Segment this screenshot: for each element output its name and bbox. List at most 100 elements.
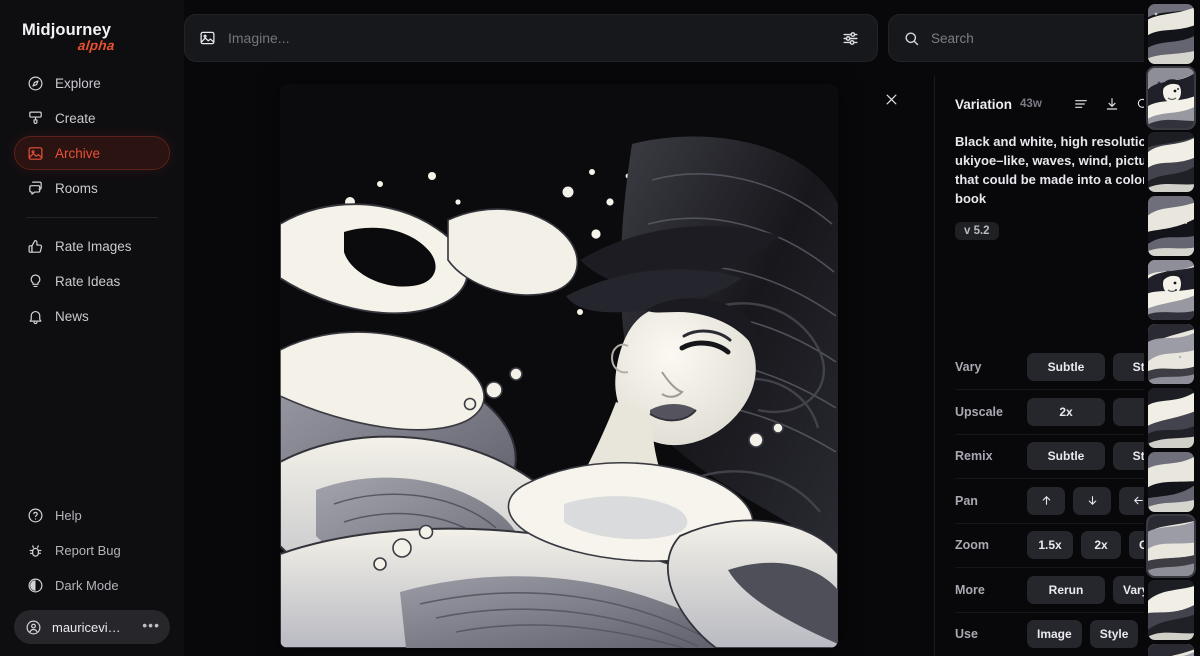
sidebar-item-label: Rate Images (55, 238, 132, 254)
sidebar-item-label: Explore (55, 75, 101, 91)
sliders-icon[interactable] (833, 21, 867, 55)
thumbnail-image (1148, 132, 1194, 192)
thumbnail-image (1148, 260, 1194, 320)
zoom-2x-button[interactable]: 2x (1081, 531, 1121, 560)
thumbnail-item[interactable] (1148, 388, 1194, 448)
brand-logo[interactable]: Midjourney alpha (0, 0, 184, 66)
imagine-input[interactable] (228, 30, 821, 46)
search-icon (903, 30, 920, 47)
thumbnail-item[interactable] (1148, 580, 1194, 640)
thumbnail-item[interactable] (1146, 514, 1196, 578)
thumbnail-image (1148, 580, 1194, 640)
sidebar-item-label: Create (55, 110, 96, 126)
sidebar-item-explore[interactable]: Explore (14, 66, 170, 100)
sidebar-item-news[interactable]: News (14, 299, 170, 333)
sidebar-divider (26, 217, 158, 218)
vary-subtle-button[interactable]: Subtle (1027, 352, 1105, 381)
version-badge[interactable]: v 5.2 (955, 222, 999, 241)
action-label: Vary (955, 359, 982, 374)
close-panel-button[interactable] (876, 84, 906, 114)
brand-tag: alpha (77, 38, 116, 53)
sidebar-item-rate-images[interactable]: Rate Images (14, 229, 170, 263)
action-label: Pan (955, 493, 978, 508)
arrow-down-icon (1088, 496, 1096, 506)
arrow-up-icon (1042, 496, 1050, 506)
sidebar-item-help[interactable]: Help (14, 498, 170, 532)
thumbs-up-icon (27, 238, 44, 255)
upscale-2x-button[interactable]: 2x (1027, 397, 1105, 426)
thumbnail-item[interactable] (1148, 132, 1194, 192)
pan-up-button[interactable] (1027, 486, 1065, 515)
imagine-bar[interactable] (184, 14, 878, 62)
artwork-svg (280, 84, 838, 648)
sidebar-item-dark-mode[interactable]: Dark Mode (14, 568, 170, 602)
primary-nav: Explore Create Archive Rooms (0, 66, 184, 205)
action-label: Use (955, 627, 978, 642)
use-image-button[interactable]: Image (1027, 620, 1082, 649)
close-icon (886, 94, 896, 104)
brush-icon (27, 110, 44, 127)
sidebar-item-label: News (55, 308, 89, 324)
artwork-image[interactable] (280, 84, 838, 648)
user-menu-dots[interactable]: ••• (142, 618, 160, 636)
bug-icon (27, 542, 44, 559)
image-icon (27, 145, 44, 162)
thumbnail-item[interactable] (1148, 4, 1194, 64)
action-label: Remix (955, 449, 993, 464)
avatar-icon (25, 619, 42, 636)
compass-icon (27, 75, 44, 92)
sidebar-item-label: Rate Ideas (55, 273, 121, 289)
sidebar-item-label: Help (55, 507, 82, 523)
thumbnail-image (1148, 644, 1194, 656)
detail-subtitle: 43w (1020, 98, 1042, 110)
download-icon[interactable] (1104, 96, 1120, 112)
user-name: mauricevi… (52, 619, 121, 635)
thumbnail-image (1148, 452, 1194, 512)
zoom-1-5x-button[interactable]: 1.5x (1027, 531, 1073, 560)
sidebar-item-rooms[interactable]: Rooms (14, 171, 170, 205)
thumbnail-item[interactable] (1146, 66, 1196, 130)
thumbnail-image (1148, 196, 1194, 256)
sidebar-item-rate-ideas[interactable]: Rate Ideas (14, 264, 170, 298)
thumbnail-image (1148, 4, 1194, 64)
detail-title: Variation (955, 96, 1013, 112)
bell-icon (27, 308, 44, 325)
artwork-area (184, 76, 934, 656)
thumbnail-item[interactable] (1148, 452, 1194, 512)
thumbnail-item[interactable] (1148, 644, 1194, 656)
rerun-button[interactable]: Rerun (1027, 575, 1105, 604)
stage: Variation 43w Black and white, high reso… (184, 76, 1200, 656)
utility-nav: Help Report Bug Dark Mode (0, 498, 184, 602)
sidebar-item-label: Report Bug (55, 542, 121, 558)
arrow-left-icon (1133, 496, 1143, 505)
user-menu[interactable]: mauricevi… ••• (14, 610, 170, 644)
action-label: Upscale (955, 404, 1003, 419)
topbar (184, 0, 1200, 76)
thumbnail-item[interactable] (1148, 260, 1194, 320)
sidebar-item-create[interactable]: Create (14, 101, 170, 135)
thumbnail-item[interactable] (1148, 196, 1194, 256)
secondary-nav: Rate Images Rate Ideas News (0, 229, 184, 333)
moon-icon (27, 577, 44, 594)
remix-subtle-button[interactable]: Subtle (1027, 442, 1105, 471)
sidebar-item-label: Archive (55, 145, 101, 161)
use-style-button[interactable]: Style (1089, 620, 1139, 649)
list-icon[interactable] (1073, 96, 1089, 112)
thumbnail-image (1148, 388, 1194, 448)
sidebar-item-report-bug[interactable]: Report Bug (14, 533, 170, 567)
brand-name: Midjourney (22, 21, 112, 39)
thumbnail-image (1148, 324, 1194, 384)
pan-down-button[interactable] (1073, 486, 1111, 515)
sidebar-item-label: Dark Mode (55, 577, 119, 593)
thumbnail-item[interactable] (1148, 324, 1194, 384)
bulb-icon (27, 273, 44, 290)
chat-icon (27, 180, 44, 197)
thumbnail-rail[interactable] (1144, 0, 1200, 656)
action-label: Zoom (955, 538, 990, 553)
main-area: Variation 43w Black and white, high reso… (184, 0, 1200, 656)
image-icon (199, 30, 216, 47)
thumbnail-image (1148, 516, 1194, 576)
sidebar-item-archive[interactable]: Archive (14, 136, 170, 170)
sidebar: Midjourney alpha Explore Create Archive … (0, 0, 184, 656)
